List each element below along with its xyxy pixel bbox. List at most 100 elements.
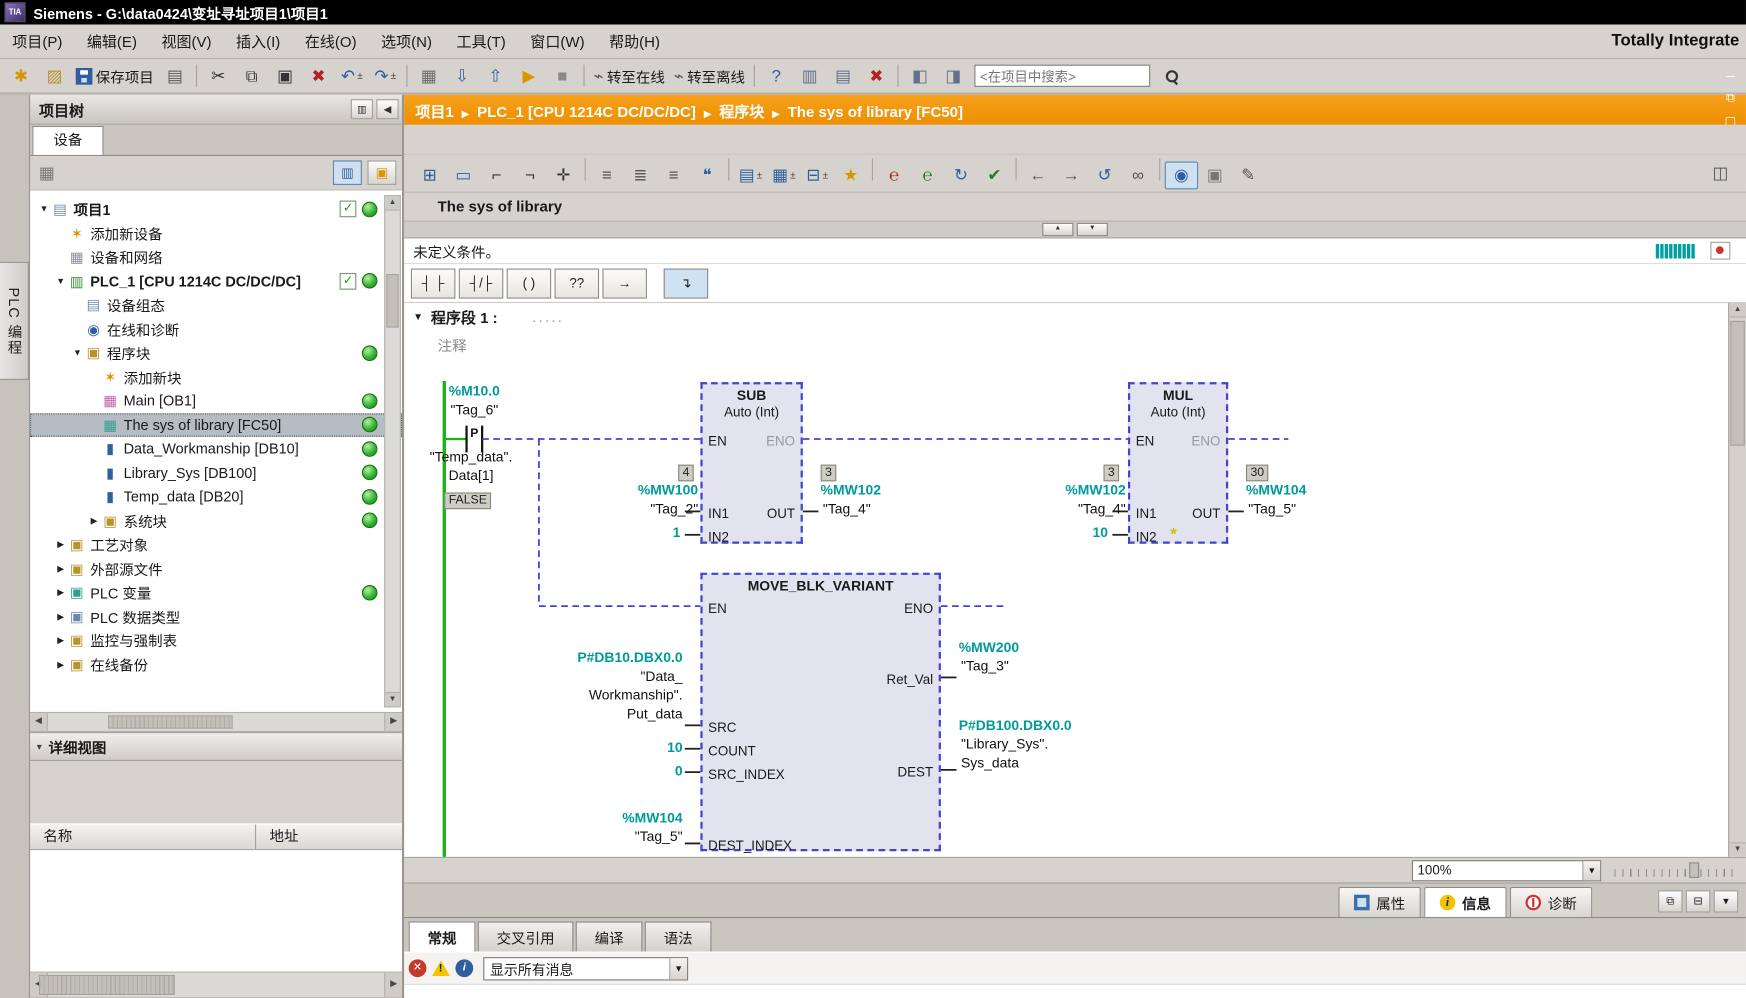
operand-tag[interactable]: "Library_Sys". (961, 736, 1048, 753)
tab-交叉引用[interactable]: 交叉引用 (478, 921, 574, 951)
update-block-call-icon[interactable]: ↻ (944, 161, 977, 189)
tree-view-options-icon[interactable]: ▥ (351, 99, 373, 119)
breadcrumb-item[interactable]: 项目1 (415, 103, 453, 120)
tree-item[interactable]: ▼▤项目1✓ (30, 197, 402, 221)
symbol-display-icon[interactable]: ▦± (767, 161, 800, 189)
operand-address[interactable]: %MW104 (516, 810, 683, 827)
tree-item[interactable]: ▤设备组态 (30, 293, 402, 317)
contact-tag[interactable]: "Tag_6" (420, 402, 529, 419)
cut-icon[interactable]: ✂ (202, 62, 235, 90)
comment-toggle-icon[interactable]: ❝ (690, 161, 723, 189)
column-address[interactable]: 地址 (256, 825, 402, 850)
split-editor-horizontal-icon[interactable]: ◨ (937, 62, 970, 90)
menu-项目(P)[interactable]: 项目(P) (0, 33, 75, 50)
download-to-device-icon[interactable]: ⇩ (445, 62, 478, 90)
zoom-slider-thumb[interactable] (1689, 862, 1699, 878)
tree-item[interactable]: ▼▥PLC_1 [CPU 1214C DC/DC/DC]✓ (30, 269, 402, 293)
checkbox-checked-icon[interactable]: ✓ (340, 201, 357, 218)
tree-item[interactable]: ▶▣系统块 (30, 509, 402, 533)
consistency-icon[interactable]: ✔ (978, 161, 1011, 189)
split-editor-icon[interactable]: ◫ (1704, 159, 1737, 187)
free-form-icon[interactable]: ∞ (1121, 161, 1154, 189)
tree-item[interactable]: ▦设备和网络 (30, 245, 402, 269)
message-filter-select[interactable]: 显示所有消息 ▼ (483, 957, 688, 980)
collapse-panel-icon[interactable]: ⊟ (1686, 890, 1710, 912)
operand-tag[interactable]: "Tag_5" (516, 829, 683, 846)
modify-value-icon[interactable]: ✎ (1232, 161, 1265, 189)
keep-layout-icon[interactable]: ▤ (826, 62, 859, 90)
expand-arrow-icon[interactable]: ▶ (53, 587, 67, 597)
menu-在线(O)[interactable]: 在线(O) (293, 33, 369, 50)
scrollbar-thumb[interactable] (39, 975, 175, 995)
start-cpu-icon[interactable]: ▶ (512, 62, 545, 90)
new-project-icon[interactable]: ✱ (4, 62, 37, 90)
plc-programming-side-tab[interactable]: PLC 编程 (0, 262, 29, 380)
dock-tab-properties[interactable]: 属性 (1338, 887, 1420, 917)
remove-item-icon[interactable]: ✖ (860, 62, 893, 90)
tab-devices[interactable]: 设备 (32, 126, 103, 155)
mul-block[interactable]: MUL Auto (Int) EN ENO IN1 IN2 OUT * (1128, 382, 1228, 544)
breadcrumb-item[interactable]: The sys of library [FC50] (788, 103, 963, 120)
float-button[interactable]: ⧉ (1718, 87, 1742, 109)
tree-item[interactable]: ▶▣监控与强制表 (30, 628, 402, 652)
collapse-arrow-icon[interactable]: ▼ (37, 204, 51, 214)
stop-cpu-icon[interactable]: ■ (546, 62, 579, 90)
prev-error-icon[interactable]: ℮ (877, 161, 910, 189)
constant-operand[interactable]: 1 (640, 525, 680, 542)
monitoring-toggle-icon[interactable]: ◉ (1165, 161, 1198, 189)
tree-item[interactable]: ▶▣外部源文件 (30, 557, 402, 581)
insert-io-icon[interactable]: ✛ (547, 161, 580, 189)
block-mode[interactable]: Auto (Int) (1130, 404, 1226, 420)
menu-帮助(H)[interactable]: 帮助(H) (597, 33, 672, 50)
go-online-button[interactable]: ⌁转至在线 (589, 62, 669, 90)
jump-forward-icon[interactable]: → (1054, 161, 1087, 189)
minimize-button[interactable]: ─ (1718, 65, 1742, 87)
go-offline-button[interactable]: ⌁转至离线 (669, 62, 749, 90)
search-in-project-icon[interactable] (1155, 62, 1188, 90)
save-project-button[interactable]: 保存项目 (71, 62, 158, 90)
detail-view-header[interactable]: ▾ 详细视图 (30, 732, 402, 761)
paste-icon[interactable]: ▣ (268, 62, 301, 90)
zoom-select[interactable]: 100% ▼ (1412, 860, 1601, 881)
empty-box-tool[interactable]: ?? (555, 268, 600, 298)
open-branch-tool[interactable]: → (602, 268, 647, 298)
close-branch-tool[interactable]: ↴ (664, 268, 709, 298)
move-blk-variant-block[interactable]: MOVE_BLK_VARIANT EN ENO SRC COUNT SRC_IN… (700, 573, 941, 852)
split-editor-vertical-icon[interactable]: ◧ (903, 62, 936, 90)
show-editors-icon[interactable]: ▥ (793, 62, 826, 90)
edge-memory-operand[interactable]: "Temp_data". (413, 449, 529, 466)
align-left-icon[interactable]: ≡ (590, 161, 623, 189)
operand-tag[interactable]: "Tag_4" (823, 501, 871, 518)
align-justify-icon[interactable]: ≡ (657, 161, 690, 189)
breadcrumb-item[interactable]: 程序块 (719, 103, 764, 120)
tree-item[interactable]: ▶▣PLC 数据类型 (30, 604, 402, 628)
jump-back-icon[interactable]: ← (1021, 161, 1054, 189)
contact-address[interactable]: %M10.0 (420, 383, 529, 400)
collapse-interface-icon[interactable]: ▼ (1077, 223, 1108, 236)
copy-icon[interactable]: ⧉ (235, 62, 268, 90)
tree-scrollbar[interactable]: ▲ ▼ (384, 195, 401, 708)
menu-视图(V)[interactable]: 视图(V) (149, 33, 224, 50)
scrollbar-thumb[interactable] (1730, 321, 1744, 446)
tree-item[interactable]: ▶▣在线备份 (30, 652, 402, 676)
contact-no-tool[interactable]: ┤ ├ (411, 268, 456, 298)
expand-arrow-icon[interactable]: ▶ (53, 611, 67, 621)
tree-item[interactable]: ✶添加新块 (30, 365, 402, 389)
coil-tool[interactable]: ( ) (507, 268, 552, 298)
menu-工具(T)[interactable]: 工具(T) (444, 33, 518, 50)
expand-arrow-icon[interactable]: ▶ (53, 540, 67, 550)
compile-icon[interactable]: ▦ (412, 62, 445, 90)
insert-network-icon[interactable]: ⊞ (413, 161, 446, 189)
operand-display-icon[interactable]: ▤± (734, 161, 767, 189)
project-search-input[interactable] (974, 65, 1150, 87)
info-filter-icon[interactable]: i (455, 959, 473, 977)
operand-tag[interactable]: "Data_ (516, 669, 683, 686)
network-compress-icon[interactable]: ⊟± (801, 161, 834, 189)
operand-address[interactable]: %MW200 (959, 640, 1019, 657)
open-editor-view-icon[interactable]: ▣ (367, 160, 396, 185)
chevron-down-icon[interactable]: ▼ (669, 958, 687, 979)
scroll-right-icon[interactable]: ▶ (384, 713, 402, 731)
tree-item[interactable]: ▶▣工艺对象 (30, 533, 402, 557)
tree-item[interactable]: ▦Main [OB1] (30, 389, 402, 413)
expand-arrow-icon[interactable]: ▶ (53, 635, 67, 645)
